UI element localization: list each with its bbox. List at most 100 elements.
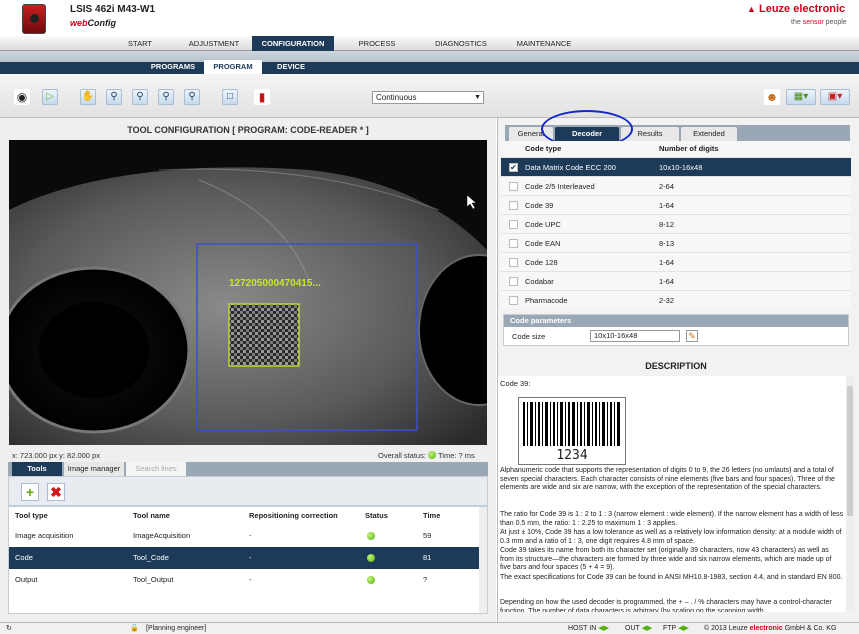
nav-configuration[interactable]: CONFIGURATION (252, 36, 334, 51)
col-number-of-digits: Number of digits (659, 144, 719, 153)
zoom-in-icon[interactable]: ⚲ (106, 89, 122, 105)
decoder-row[interactable]: Codabar 1-64 (501, 271, 851, 290)
table-row[interactable]: Image acquisition ImageAcquisition -59 (9, 525, 479, 547)
webconfig-label: webConfig (70, 18, 117, 28)
brand-tagline: the sensor people (791, 19, 847, 26)
table-row[interactable]: Output Tool_Output -? (9, 569, 479, 591)
col-repositioning: Repositioning correction (249, 511, 338, 520)
code-parameters-panel: Code parameters Code size 10x10-16x48 ✎ (503, 314, 849, 346)
tab-extended[interactable]: Extended (681, 127, 737, 141)
checkbox[interactable] (509, 182, 518, 191)
toolbar: ◉ ▷ ✋ ⚲ ⚲ ⚲ ⚲ □ ▮ Continuous ▼ ☻ ▦▾ ▣▾ (0, 74, 859, 118)
camera-image: 127205000470415... (9, 140, 487, 445)
status-green-icon (367, 576, 375, 584)
device-name: LSIS 462i M43-W1 (70, 4, 156, 15)
checkbox-checked-icon[interactable]: ✔ (509, 163, 518, 172)
tools-table: Tool type Tool name Repositioning correc… (8, 506, 488, 614)
description-scrollbar[interactable] (846, 376, 854, 612)
hand-icon[interactable]: ✋ (80, 89, 96, 105)
settings-icon[interactable]: ▣▾ (820, 89, 850, 105)
code-size-label: Code size (512, 332, 546, 341)
roi-icon[interactable]: □ (222, 89, 238, 105)
decoder-row[interactable]: ✔ Data Matrix Code ECC 200 10x10-16x48 (501, 157, 851, 176)
decoder-table: Code type Number of digits ✔ Data Matrix … (501, 141, 851, 309)
col-time: Time (423, 511, 441, 520)
decoder-row[interactable]: Code 128 1-64 (501, 252, 851, 271)
nav-diagnostics[interactable]: DIAGNOSTICS (420, 36, 502, 51)
camera-image-view[interactable]: 127205000470415... (9, 140, 487, 445)
add-tool-button[interactable]: + (21, 483, 39, 501)
tool-actions: + ✖ (8, 476, 488, 506)
main-navigation: START ADJUSTMENT CONFIGURATION PROCESS D… (0, 36, 859, 51)
sensor-device-icon (22, 4, 46, 34)
refresh-icon[interactable]: ↻ (6, 623, 12, 634)
nav-process[interactable]: PROCESS (334, 36, 420, 51)
host-in-indicator: HOST IN ◀▶ (568, 625, 609, 632)
code-overlay-text: 127205000470415... (229, 278, 321, 289)
subnav-program[interactable]: PROGRAM (204, 60, 262, 74)
zoom-reset-icon[interactable]: ⚲ (184, 89, 200, 105)
lock-icon: 🔓 (130, 625, 139, 632)
brand-logo: ▲ Leuze electronic (747, 3, 846, 15)
description-paragraph: Alphanumeric code that supports the repr… (500, 467, 835, 491)
description-paragraph: Code 39 takes its name from both its cha… (500, 547, 832, 571)
decoder-row[interactable]: Pharmacode 2-32 (501, 290, 851, 309)
save-to-device-icon[interactable]: ▮ (254, 89, 270, 105)
description-body: Code 39: 1234 Alphanumeric code that sup… (498, 376, 846, 612)
tab-search-lines[interactable]: Search lines (126, 462, 186, 476)
copyright: © 2013 Leuze electronic GmbH & Co. KG (704, 625, 837, 632)
out-indicator: OUT ◀▶ (625, 625, 653, 632)
user-role: [Planning engineer] (146, 625, 207, 632)
zoom-out-icon[interactable]: ⚲ (132, 89, 148, 105)
app-header: LSIS 462i M43-W1 webConfig ▲ Leuze elect… (0, 0, 859, 36)
delete-tool-button[interactable]: ✖ (47, 483, 65, 501)
col-code-type: Code type (525, 144, 562, 153)
edit-pencil-icon[interactable]: ✎ (686, 330, 698, 342)
code-size-input[interactable]: 10x10-16x48 (590, 330, 680, 342)
description-title: DESCRIPTION (645, 361, 707, 371)
tool-config-title: TOOL CONFIGURATION [ PROGRAM: CODE-READE… (127, 125, 369, 135)
export-icon[interactable]: ▦▾ (786, 89, 816, 105)
checkbox[interactable] (509, 220, 518, 229)
chevron-down-icon: ▼ (474, 94, 481, 101)
description-paragraph: The ratio for Code 39 is 1 : 2 to 1 : 3 … (500, 511, 844, 527)
table-row[interactable]: Code Tool_Code -81 (9, 547, 479, 569)
nav-maintenance[interactable]: MAINTENANCE (502, 36, 586, 51)
decoder-row[interactable]: Code 2/5 Interleaved 2-64 (501, 176, 851, 195)
play-icon[interactable]: ▷ (42, 89, 58, 105)
decoder-row[interactable]: Code 39 1-64 (501, 195, 851, 214)
checkbox[interactable] (509, 239, 518, 248)
user-icon[interactable]: ☻ (764, 89, 780, 105)
zoom-fit-icon[interactable]: ⚲ (158, 89, 174, 105)
code-parameters-title: Code parameters (504, 315, 848, 327)
cursor-coordinates: x: 723.000 px y: 82.000 px (12, 451, 100, 460)
description-paragraph: Depending on how the used decoder is pro… (500, 599, 832, 612)
status-green-icon (367, 532, 375, 540)
acquisition-mode-select[interactable]: Continuous ▼ (372, 91, 484, 104)
status-bar: ↻ 🔓 [Planning engineer] HOST IN ◀▶ OUT ◀… (0, 622, 859, 634)
barcode-icon (523, 402, 620, 446)
nav-adjustment[interactable]: ADJUSTMENT (176, 36, 252, 51)
col-status: Status (365, 511, 388, 520)
tab-tools[interactable]: Tools (12, 462, 62, 476)
subnav-programs[interactable]: PROGRAMS (142, 60, 204, 74)
decoder-row[interactable]: Code UPC 8-12 (501, 214, 851, 233)
barcode-example: 1234 (518, 397, 626, 465)
nav-start[interactable]: START (104, 36, 176, 51)
checkbox[interactable] (509, 296, 518, 305)
sub-navigation: PROGRAMS PROGRAM DEVICE (0, 51, 859, 74)
table-scrollbar[interactable] (479, 507, 487, 613)
checkbox[interactable] (509, 258, 518, 267)
status-green-icon (428, 451, 437, 459)
subnav-device[interactable]: DEVICE (262, 60, 320, 74)
tab-image-manager[interactable]: Image manager (64, 462, 124, 476)
col-tool-type: Tool type (15, 511, 48, 520)
checkbox[interactable] (509, 277, 518, 286)
checkbox[interactable] (509, 201, 518, 210)
description-paragraph: The exact specifications for Code 39 can… (500, 574, 843, 581)
status-green-icon (367, 554, 375, 562)
camera-icon[interactable]: ◉ (14, 89, 30, 105)
decoder-row[interactable]: Code EAN 8-13 (501, 233, 851, 252)
brand-triangle-icon: ▲ (747, 4, 756, 14)
left-tab-bar: Tools Image manager Search lines (8, 462, 488, 476)
